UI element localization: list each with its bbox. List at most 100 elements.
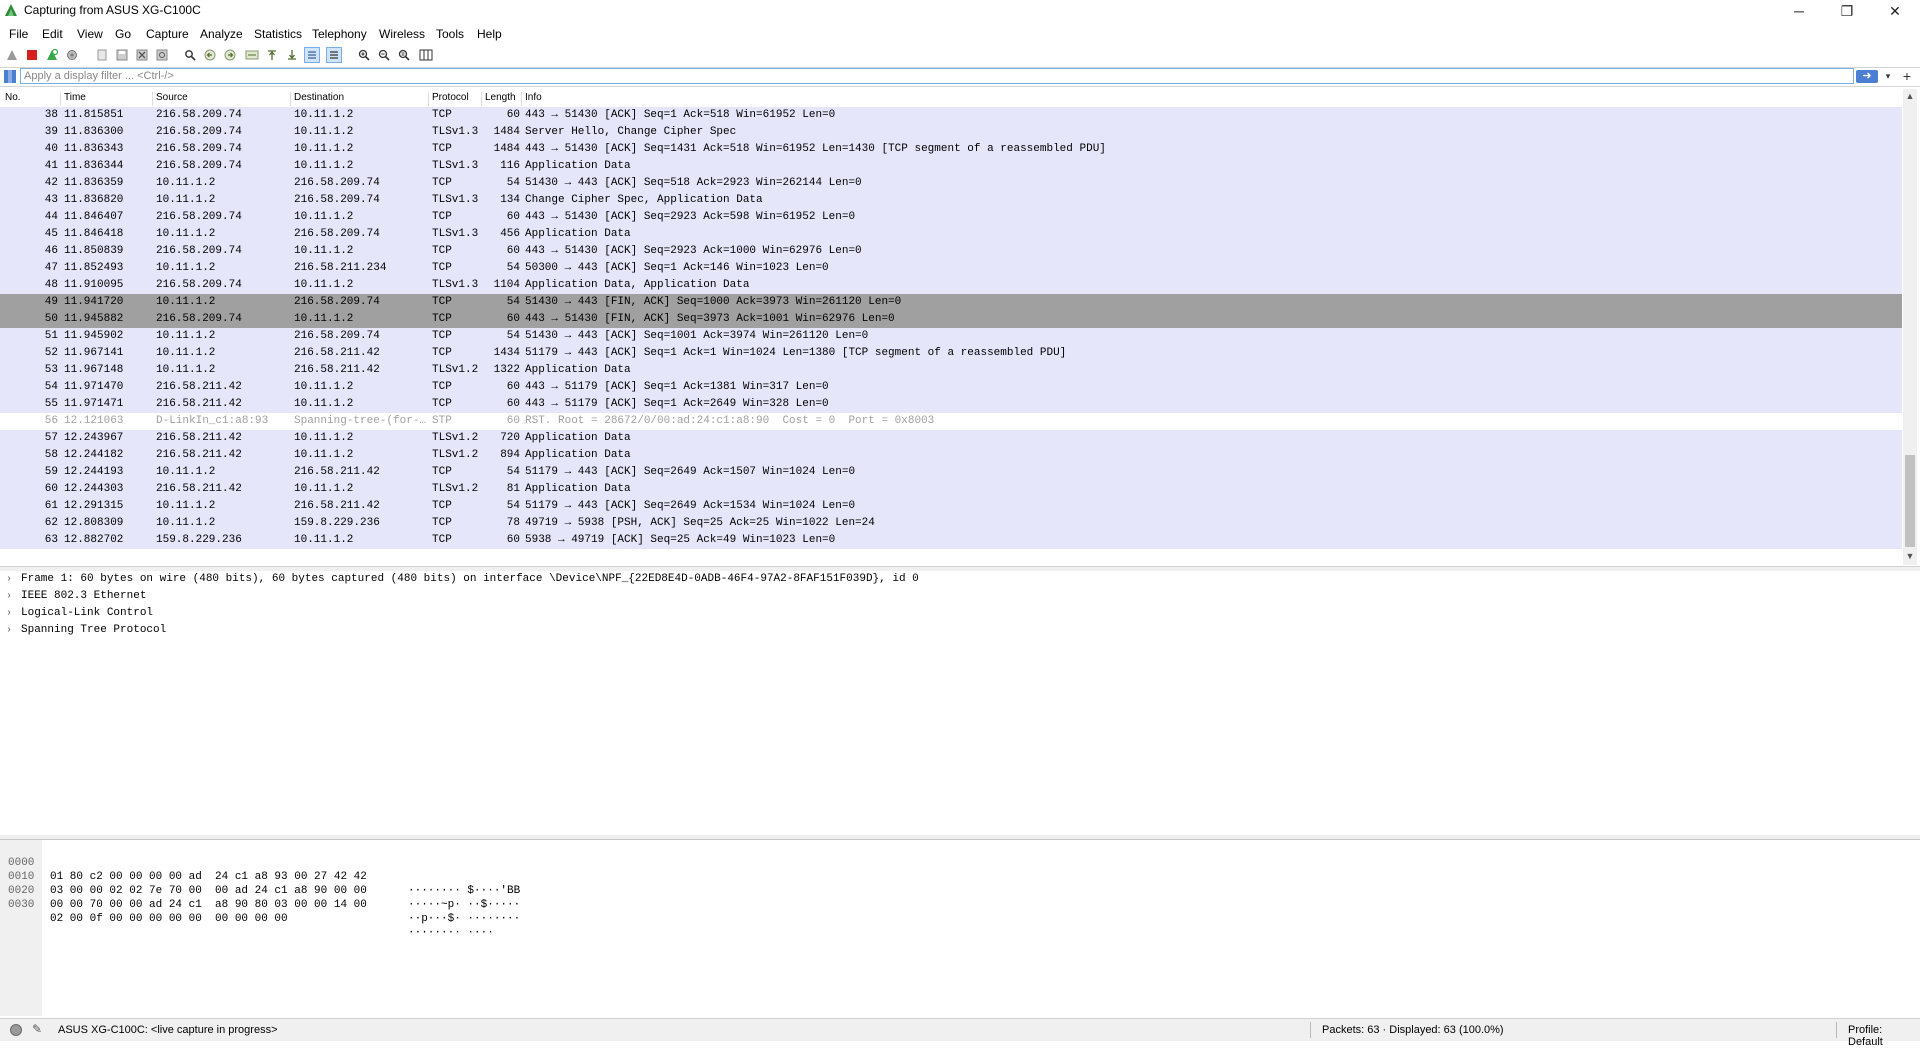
expand-chevron-icon[interactable]: › [6, 571, 12, 588]
go-first-icon[interactable] [264, 47, 280, 63]
packet-row[interactable]: 62 12.808309 10.11.1.2 159.8.229.236 TCP 78 49… [0, 515, 1902, 532]
detail-row-llc[interactable]: › Logical-Link Control [0, 605, 153, 622]
packet-row[interactable]: 49 11.941720 10.11.1.2 216.58.209.74 TCP 54 51… [0, 294, 1902, 311]
menu-file[interactable]: File [9, 27, 28, 41]
maximize-button[interactable]: ❐ [1824, 0, 1870, 22]
expand-chevron-icon[interactable]: › [6, 622, 12, 639]
save-file-icon[interactable] [114, 47, 130, 63]
scroll-down-icon[interactable]: ▼ [1903, 551, 1917, 563]
packet-row[interactable]: 53 11.967148 10.11.1.2 216.58.211.42 TLSv1.2… [0, 362, 1902, 379]
menu-capture[interactable]: Capture [146, 27, 189, 41]
packet-row[interactable]: 57 12.243967 216.58.211.42 10.11.1.2 TLSv1.2… [0, 430, 1902, 447]
packet-row[interactable]: 48 11.910095 216.58.209.74 10.11.1.2 TLSv1.3… [0, 277, 1902, 294]
menu-statistics[interactable]: Statistics [254, 27, 302, 41]
shark-fin-start-icon[interactable] [4, 47, 20, 63]
packet-time: 11.846407 [64, 211, 124, 223]
close-file-icon[interactable] [134, 47, 150, 63]
menu-edit[interactable]: Edit [42, 27, 63, 41]
add-filter-button-icon[interactable]: + [1898, 68, 1916, 85]
go-back-icon[interactable] [202, 47, 218, 63]
packet-row[interactable]: 59 12.244193 10.11.1.2 216.58.211.42 TCP 54 51… [0, 464, 1902, 481]
packet-row[interactable]: 52 11.967141 10.11.1.2 216.58.211.42 TCP 1434… [0, 345, 1902, 362]
packet-row[interactable]: 44 11.846407 216.58.209.74 10.11.1.2 TCP 60 44… [0, 209, 1902, 226]
close-button[interactable]: ✕ [1872, 0, 1918, 22]
autoscroll-icon[interactable] [304, 47, 320, 63]
stop-icon[interactable] [24, 47, 40, 63]
menu-telephony[interactable]: Telephony [312, 27, 367, 41]
detail-row-stp[interactable]: › Spanning Tree Protocol [0, 622, 166, 639]
go-last-icon[interactable] [284, 47, 300, 63]
packet-list-scrollbar[interactable]: ▲ ▼ [1903, 89, 1917, 565]
column-protocol[interactable]: Protocol [428, 92, 469, 106]
resize-columns-icon[interactable] [418, 47, 434, 63]
go-to-packet-icon[interactable] [244, 47, 260, 63]
packet-row[interactable]: 50 11.945882 216.58.209.74 10.11.1.2 TCP 60 44… [0, 311, 1902, 328]
colorize-icon[interactable] [326, 47, 342, 63]
packet-row[interactable]: 45 11.846418 10.11.1.2 216.58.209.74 TLSv1.3… [0, 226, 1902, 243]
packet-row[interactable]: 39 11.836300 216.58.209.74 10.11.1.2 TLSv1.3… [0, 124, 1902, 141]
packet-row[interactable]: 61 12.291315 10.11.1.2 216.58.211.42 TCP 54 51… [0, 498, 1902, 515]
packet-row[interactable]: 42 11.836359 10.11.1.2 216.58.209.74 TCP 54 51… [0, 175, 1902, 192]
bytes-row[interactable]: 0030 02 00 0f 00 00 00 00 00 00 00 00 00… [0, 884, 494, 939]
column-no[interactable]: No. [2, 92, 21, 106]
packet-row[interactable]: 58 12.244182 216.58.211.42 10.11.1.2 TLSv1.2… [0, 447, 1902, 464]
menu-wireless[interactable]: Wireless [379, 27, 425, 41]
profile-label[interactable]: Profile: Default [1848, 1024, 1920, 1048]
find-packet-icon[interactable] [182, 47, 198, 63]
scroll-up-icon[interactable]: ▲ [1903, 91, 1917, 103]
menu-analyze[interactable]: Analyze [200, 27, 243, 41]
packet-row[interactable]: 38 11.815851 216.58.209.74 10.11.1.2 TCP 60 44… [0, 107, 1902, 124]
edit-comment-icon[interactable]: ✎ [32, 1022, 42, 1036]
column-info[interactable]: Info [521, 92, 542, 106]
minimize-button[interactable]: ─ [1776, 0, 1822, 22]
bytes-row[interactable]: 0010 03 00 00 02 02 7e 70 00 00 ad 24 c1… [0, 856, 520, 911]
detail-row-frame[interactable]: › Frame 1: 60 bytes on wire (480 bits), … [0, 571, 919, 588]
packet-no: 57 [44, 432, 58, 444]
menu-help[interactable]: Help [477, 27, 502, 41]
expert-info-led-icon[interactable] [10, 1024, 22, 1036]
restart-icon[interactable] [44, 47, 60, 63]
reload-file-icon[interactable] [154, 47, 170, 63]
packet-source: 216.58.211.42 [156, 432, 242, 444]
packet-row[interactable]: 55 11.971471 216.58.211.42 10.11.1.2 TCP 60 44… [0, 396, 1902, 413]
zoom-out-icon[interactable] [376, 47, 392, 63]
bookmark-icon[interactable] [3, 70, 17, 83]
packet-info: 51430 → 443 [ACK] Seq=518 Ack=2923 Win=2… [525, 177, 862, 189]
column-length[interactable]: Length [481, 92, 516, 106]
packet-source: 216.58.209.74 [156, 279, 242, 291]
bytes-row[interactable]: 0000 01 80 c2 00 00 00 00 ad 24 c1 a8 93… [0, 842, 520, 897]
packet-row[interactable]: 54 11.971470 216.58.211.42 10.11.1.2 TCP 60 44… [0, 379, 1902, 396]
packet-source: 216.58.209.74 [156, 126, 242, 138]
packet-row[interactable]: 56 12.121063 D-LinkIn_c1:a8:93 Spanning-tre… [0, 413, 1902, 430]
menu-go[interactable]: Go [115, 27, 131, 41]
go-forward-icon[interactable] [222, 47, 238, 63]
packet-row[interactable]: 40 11.836343 216.58.209.74 10.11.1.2 TCP 1484… [0, 141, 1902, 158]
menu-view[interactable]: View [77, 27, 103, 41]
packet-row[interactable]: 41 11.836344 216.58.209.74 10.11.1.2 TLSv1.3… [0, 158, 1902, 175]
scrollbar-thumb[interactable] [1905, 455, 1915, 547]
apply-filter-arrow-icon[interactable]: ➜ [1856, 70, 1878, 83]
expand-chevron-icon[interactable]: › [6, 588, 12, 605]
open-file-icon[interactable] [94, 47, 110, 63]
column-destination[interactable]: Destination [290, 92, 344, 106]
packet-length: 60 [506, 381, 520, 393]
packet-source: 10.11.1.2 [156, 262, 216, 274]
bytes-row[interactable]: 0020 00 00 70 00 00 ad 24 c1 a8 90 80 03… [0, 870, 520, 925]
packet-row[interactable]: 51 11.945902 10.11.1.2 216.58.209.74 TCP 54 51… [0, 328, 1902, 345]
detail-row-ethernet[interactable]: › IEEE 802.3 Ethernet [0, 588, 146, 605]
column-source[interactable]: Source [152, 92, 188, 106]
packet-protocol: TCP [432, 143, 452, 155]
zoom-normal-icon[interactable] [396, 47, 412, 63]
menu-tools[interactable]: Tools [436, 27, 464, 41]
zoom-in-icon[interactable] [356, 47, 372, 63]
packet-row[interactable]: 63 12.882702 159.8.229.236 10.11.1.2 TCP 60 59… [0, 532, 1902, 549]
capture-options-icon[interactable] [64, 47, 80, 63]
filter-history-dropdown-icon[interactable]: ▾ [1882, 69, 1894, 84]
packet-row[interactable]: 60 12.244303 216.58.211.42 10.11.1.2 TLSv1.2… [0, 481, 1902, 498]
packet-row[interactable]: 43 11.836820 10.11.1.2 216.58.209.74 TLSv1.3… [0, 192, 1902, 209]
packet-row[interactable]: 47 11.852493 10.11.1.2 216.58.211.234 TCP 54 5… [0, 260, 1902, 277]
expand-chevron-icon[interactable]: › [6, 605, 12, 622]
column-time[interactable]: Time [60, 92, 86, 106]
display-filter-input[interactable] [20, 68, 1854, 84]
packet-row[interactable]: 46 11.850839 216.58.209.74 10.11.1.2 TCP 60 44… [0, 243, 1902, 260]
